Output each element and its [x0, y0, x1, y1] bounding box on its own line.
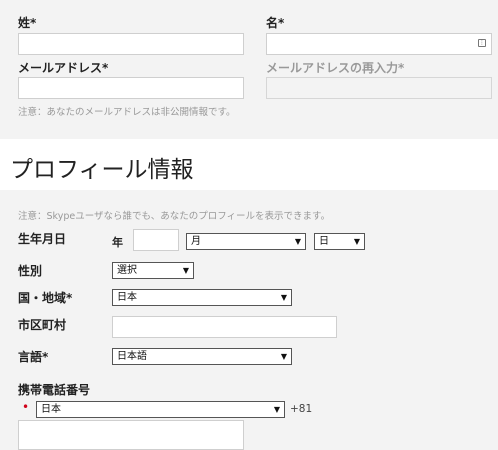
profile-section-title: プロフィール情報 — [10, 157, 194, 183]
mobile-label: 携帯電話番号 — [18, 383, 91, 397]
language-label: 言語* — [18, 350, 49, 364]
country-label: 国・地域* — [18, 291, 73, 305]
birth-day-value: 日 — [319, 236, 329, 247]
gender-label: 性別 — [18, 264, 43, 278]
email-input[interactable] — [18, 77, 244, 99]
birth-year-label: 年 — [112, 236, 123, 249]
profile-section-header: プロフィール情報 — [0, 139, 498, 190]
birth-month-select[interactable]: 月 ▼ — [186, 233, 306, 250]
birth-month-value: 月 — [191, 236, 201, 247]
keyboard-icon[interactable]: ⋮ — [478, 39, 486, 47]
gender-value: 選択 — [117, 265, 137, 276]
birthdate-label: 生年月日 — [18, 232, 67, 246]
mobile-country-select[interactable]: 日本 ▼ — [36, 401, 285, 418]
first-name-label: 名* — [266, 16, 285, 30]
required-dot-icon: • — [22, 400, 30, 414]
country-code: +81 — [290, 403, 313, 415]
city-label: 市区町村 — [18, 318, 67, 332]
gender-select[interactable]: 選択 ▼ — [112, 262, 194, 279]
last-name-label: 姓* — [18, 16, 37, 30]
chevron-down-icon: ▼ — [182, 266, 189, 275]
mobile-country-value: 日本 — [41, 404, 61, 415]
email-label: メールアドレス* — [18, 61, 109, 75]
profile-visibility-note: 注意：Skypeユーザなら誰でも、あなたのプロフィールを表示できます。 — [18, 211, 331, 222]
language-select[interactable]: 日本語 ▼ — [112, 348, 292, 365]
language-value: 日本語 — [117, 351, 147, 362]
chevron-down-icon: ▼ — [280, 352, 287, 361]
birth-day-select[interactable]: 日 ▼ — [314, 233, 365, 250]
last-name-input[interactable] — [18, 33, 244, 55]
country-select[interactable]: 日本 ▼ — [112, 289, 292, 306]
email-confirm-input[interactable] — [266, 77, 492, 99]
chevron-down-icon: ▼ — [294, 237, 301, 246]
email-privacy-note: 注意：あなたのメールアドレスは非公開情報です。 — [18, 107, 236, 118]
city-input[interactable] — [112, 316, 337, 338]
country-value: 日本 — [117, 292, 137, 303]
birth-year-input[interactable] — [133, 229, 179, 251]
chevron-down-icon: ▼ — [273, 405, 280, 414]
chevron-down-icon: ▼ — [353, 237, 360, 246]
mobile-number-input[interactable] — [18, 420, 244, 450]
email-confirm-label: メールアドレスの再入力* — [266, 61, 405, 75]
first-name-input[interactable]: ⋮ — [266, 33, 492, 55]
chevron-down-icon: ▼ — [280, 293, 287, 302]
